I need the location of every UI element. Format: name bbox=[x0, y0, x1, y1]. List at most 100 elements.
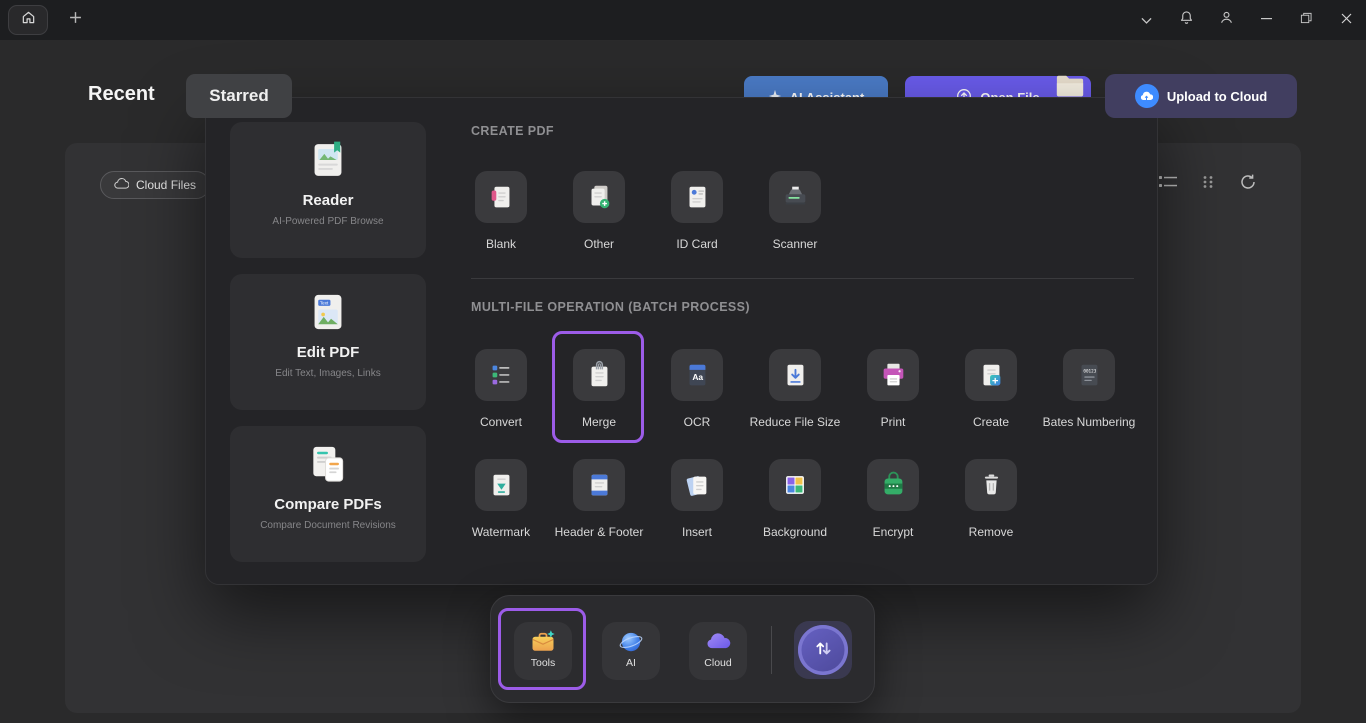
cloud-files-button[interactable]: Cloud Files bbox=[100, 171, 210, 199]
tool-blank[interactable]: Blank bbox=[471, 171, 531, 251]
edit-document-icon: Text bbox=[306, 289, 350, 335]
tool-bates-numbering[interactable]: 00123 Bates Numbering bbox=[1059, 349, 1119, 429]
blank-page-icon bbox=[475, 171, 527, 223]
watermark-icon bbox=[475, 459, 527, 511]
account-button[interactable] bbox=[1206, 0, 1246, 40]
tool-label: Other bbox=[584, 237, 614, 251]
tool-id-card[interactable]: ID Card bbox=[667, 171, 727, 251]
ocr-icon: Aa bbox=[671, 349, 723, 401]
dock-item-cloud[interactable]: Cloud bbox=[689, 622, 747, 680]
refresh-button[interactable] bbox=[1238, 174, 1258, 194]
card-subtitle: Compare Document Revisions bbox=[260, 520, 396, 531]
create-icon bbox=[965, 349, 1017, 401]
chevron-down-icon bbox=[1141, 11, 1152, 29]
tool-insert[interactable]: Insert bbox=[667, 459, 727, 539]
grid-view-icon bbox=[1201, 175, 1215, 194]
tool-header-footer[interactable]: Header & Footer bbox=[569, 459, 629, 539]
svg-text:Text: Text bbox=[320, 301, 329, 306]
encrypt-icon bbox=[867, 459, 919, 511]
other-pages-icon bbox=[573, 171, 625, 223]
cloud-outline-icon bbox=[114, 178, 129, 192]
upload-to-cloud-button[interactable]: Upload to Cloud bbox=[1105, 74, 1297, 118]
tool-label: Header & Footer bbox=[555, 525, 644, 539]
view-controls bbox=[1158, 174, 1258, 194]
tool-label: Convert bbox=[480, 415, 522, 429]
tab-starred[interactable]: Starred bbox=[186, 74, 292, 118]
card-title: Edit PDF bbox=[297, 344, 360, 361]
list-view-button[interactable] bbox=[1158, 174, 1178, 194]
upload-to-cloud-label: Upload to Cloud bbox=[1167, 89, 1267, 104]
tool-reduce-file-size[interactable]: Reduce File Size bbox=[765, 349, 825, 429]
insert-icon bbox=[671, 459, 723, 511]
titlebar bbox=[0, 0, 1366, 40]
card-subtitle: AI-Powered PDF Browse bbox=[272, 216, 383, 227]
card-subtitle: Edit Text, Images, Links bbox=[275, 368, 380, 379]
new-tab-button[interactable] bbox=[60, 5, 90, 35]
tool-label: Create bbox=[973, 415, 1009, 429]
tool-watermark[interactable]: Watermark bbox=[471, 459, 531, 539]
tab-starred-label: Starred bbox=[209, 86, 269, 106]
card-compare-pdfs[interactable]: Compare PDFs Compare Document Revisions bbox=[230, 426, 426, 562]
tool-remove[interactable]: Remove bbox=[961, 459, 1021, 539]
dock-item-label: AI bbox=[626, 657, 636, 669]
tool-label: Background bbox=[763, 525, 827, 539]
tool-label: Blank bbox=[486, 237, 516, 251]
dock-item-label: Tools bbox=[531, 657, 556, 669]
bottom-dock: Tools AI Cloud bbox=[490, 595, 875, 703]
dock-item-tools[interactable]: Tools bbox=[514, 622, 572, 680]
tools-icon bbox=[529, 627, 557, 657]
print-icon bbox=[867, 349, 919, 401]
user-icon bbox=[1219, 10, 1234, 30]
tool-label: Watermark bbox=[472, 525, 530, 539]
tool-background[interactable]: Background bbox=[765, 459, 825, 539]
cloud-files-label: Cloud Files bbox=[136, 178, 196, 192]
tool-label: Bates Numbering bbox=[1043, 415, 1136, 429]
close-button[interactable] bbox=[1326, 0, 1366, 40]
grid-view-button[interactable] bbox=[1198, 174, 1218, 194]
tool-other[interactable]: Other bbox=[569, 171, 629, 251]
cloud-upload-icon bbox=[1135, 84, 1159, 108]
home-button[interactable] bbox=[8, 5, 48, 35]
tool-label: Print bbox=[881, 415, 906, 429]
titlebar-right-controls bbox=[1126, 0, 1366, 40]
dock-item-ai[interactable]: AI bbox=[602, 622, 660, 680]
reduce-size-icon bbox=[769, 349, 821, 401]
tool-label: Reduce File Size bbox=[750, 415, 841, 429]
tab-recent[interactable]: Recent bbox=[88, 83, 155, 106]
svg-text:Aa: Aa bbox=[692, 372, 703, 382]
create-pdf-row: Blank Other bbox=[471, 171, 825, 251]
tool-convert[interactable]: Convert bbox=[471, 349, 531, 429]
refresh-icon bbox=[1239, 173, 1257, 196]
scanner-icon bbox=[769, 171, 821, 223]
restore-button[interactable] bbox=[1286, 0, 1326, 40]
card-reader[interactable]: Reader AI-Powered PDF Browse bbox=[230, 122, 426, 258]
svg-text:00123: 00123 bbox=[1083, 369, 1096, 375]
tool-label: Scanner bbox=[773, 237, 818, 251]
header-footer-icon bbox=[573, 459, 625, 511]
tool-print[interactable]: Print bbox=[863, 349, 923, 429]
activity-arrows-icon bbox=[812, 637, 834, 664]
window-menu-button[interactable] bbox=[1126, 0, 1166, 40]
tool-merge[interactable]: Merge bbox=[569, 349, 629, 429]
id-card-icon bbox=[671, 171, 723, 223]
tool-scanner[interactable]: Scanner bbox=[765, 171, 825, 251]
launcher-button[interactable] bbox=[798, 625, 848, 675]
minimize-button[interactable] bbox=[1246, 0, 1286, 40]
plus-icon bbox=[69, 11, 82, 29]
tool-label: ID Card bbox=[676, 237, 717, 251]
batch-row-2: Watermark Header & Footer bbox=[471, 459, 1021, 539]
notifications-button[interactable] bbox=[1166, 0, 1206, 40]
card-title: Compare PDFs bbox=[274, 496, 382, 513]
compare-pages-icon bbox=[306, 441, 350, 487]
restore-icon bbox=[1300, 11, 1312, 29]
bates-numbering-icon: 00123 bbox=[1063, 349, 1115, 401]
tool-ocr[interactable]: Aa OCR bbox=[667, 349, 727, 429]
tool-encrypt[interactable]: Encrypt bbox=[863, 459, 923, 539]
cloud-icon bbox=[704, 627, 732, 657]
tool-create[interactable]: Create bbox=[961, 349, 1021, 429]
tools-popup: Reader AI-Powered PDF Browse Text Edit P… bbox=[205, 97, 1158, 585]
convert-icon bbox=[475, 349, 527, 401]
create-pdf-section-title: CREATE PDF bbox=[471, 124, 554, 138]
bell-icon bbox=[1179, 10, 1194, 30]
card-edit-pdf[interactable]: Text Edit PDF Edit Text, Images, Links bbox=[230, 274, 426, 410]
